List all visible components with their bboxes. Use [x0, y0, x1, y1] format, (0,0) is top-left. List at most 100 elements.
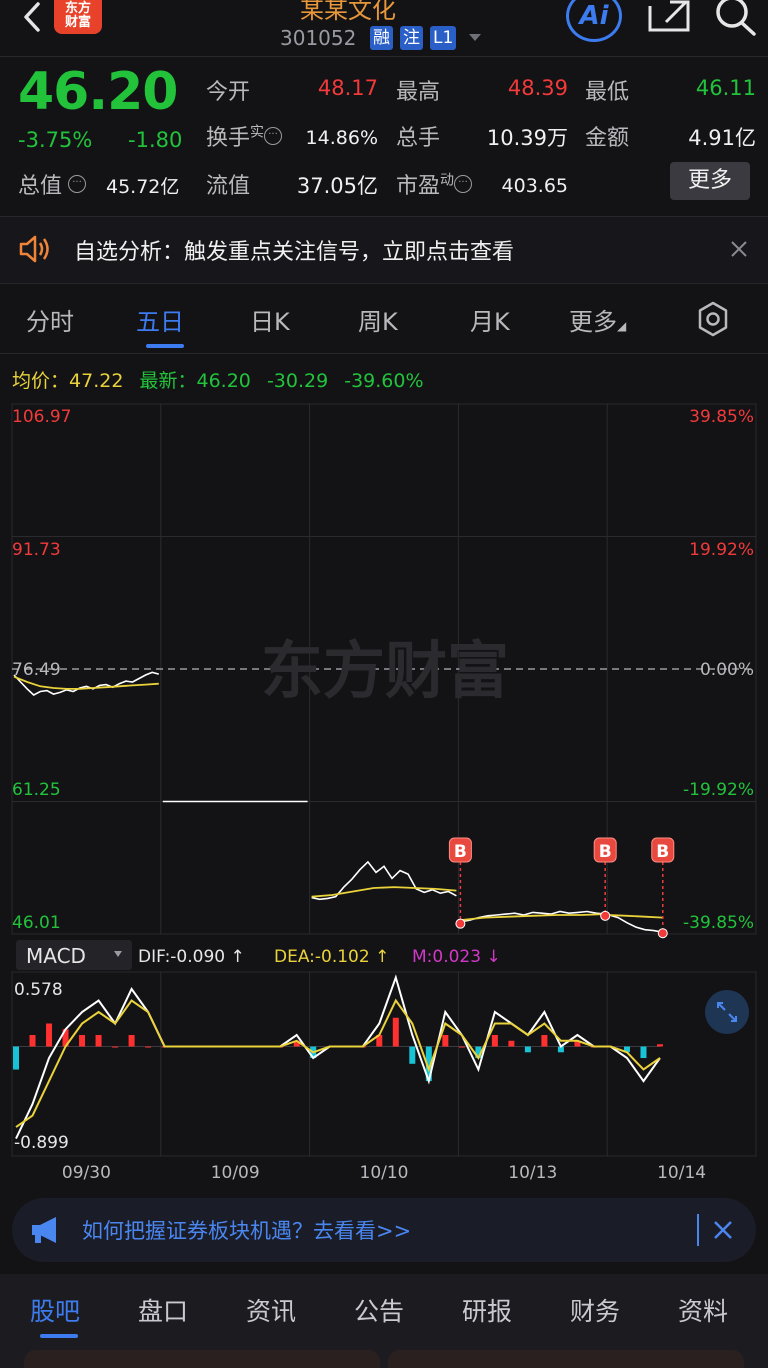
y-tick-left-0: 106.97: [12, 407, 71, 427]
market-cap-value: 45.72亿: [106, 176, 180, 198]
open-value: 48.17: [317, 76, 378, 100]
float-cap-label: 流值: [206, 174, 251, 199]
more-quote-button[interactable]: 更多: [670, 162, 750, 200]
promo-divider: [697, 1214, 699, 1246]
x-axis-labels: 09/30 10/09 10/10 10/13 10/14: [62, 1163, 706, 1183]
change-percent: -3.75%: [18, 128, 93, 152]
share-icon[interactable]: [646, 0, 690, 36]
macd-bar: [128, 1035, 135, 1047]
gear-icon[interactable]: [694, 300, 732, 338]
turnover-sup: 实: [250, 124, 265, 141]
card-stub: [388, 1350, 744, 1368]
avg-line: [311, 886, 457, 898]
volume-value: 10.39万: [486, 126, 568, 150]
btab-news[interactable]: 资讯: [246, 1292, 296, 1328]
marker-dot: [600, 910, 611, 921]
tab-five-day[interactable]: 五日: [136, 302, 184, 337]
macd-bar: [392, 1017, 399, 1047]
margin-tag: 融: [370, 26, 393, 50]
amount-value: 4.91亿: [688, 126, 756, 150]
macd-y-top: 0.578: [14, 980, 63, 1000]
macd-bar: [145, 1046, 152, 1048]
btab-research[interactable]: 研报: [462, 1292, 512, 1328]
btab-announcements[interactable]: 公告: [354, 1292, 404, 1328]
avg-label: 均价：: [12, 370, 70, 392]
macd-bar: [657, 1044, 663, 1047]
close-icon[interactable]: [728, 238, 750, 260]
x-tick-label: 10/13: [508, 1163, 557, 1183]
y-tick-right-4: -39.85%: [683, 913, 754, 933]
y-tick-right-2: 0.00%: [700, 660, 754, 680]
close-icon[interactable]: [712, 1219, 734, 1241]
marker-dot: [455, 918, 466, 929]
info-icon[interactable]: ···: [68, 174, 87, 193]
x-tick-label: 10/14: [657, 1163, 706, 1183]
macd-bar: [491, 1035, 498, 1047]
five-day-chart[interactable]: 东方财富 BBB 106.97 91.73 76.49 61.25 46.01 …: [0, 400, 768, 1190]
tab-weekly-k[interactable]: 周K: [358, 302, 398, 337]
active-tab-indicator: [40, 1334, 78, 1338]
latest-label: 最新：: [139, 370, 197, 392]
stock-code: 301052: [280, 26, 357, 50]
btab-order-book[interactable]: 盘口: [138, 1292, 188, 1328]
speaker-icon: [19, 235, 49, 263]
btab-profile[interactable]: 资料: [678, 1292, 728, 1328]
card-stub: [24, 1350, 380, 1368]
btab-financials[interactable]: 财务: [570, 1292, 620, 1328]
volume-label: 总手: [396, 126, 441, 151]
macd-frame: [11, 971, 757, 1157]
expand-chart-button[interactable]: [705, 990, 749, 1034]
range-change-percent: -39.60%: [344, 370, 424, 392]
back-arrow-icon[interactable]: [18, 2, 46, 32]
stock-name[interactable]: 某某文化: [300, 0, 396, 25]
pe-label-text: 市盈: [396, 174, 441, 199]
chart-grid: [11, 403, 757, 1157]
buy-marker-label: B: [656, 842, 669, 862]
macd-bar: [29, 1035, 36, 1047]
high-value: 48.39: [507, 76, 568, 100]
chevron-down-icon[interactable]: [468, 30, 482, 44]
y-tick-right-0: 39.85%: [689, 407, 754, 427]
turnover-label-text: 换手: [206, 126, 251, 151]
change-amount: -1.80: [128, 128, 183, 152]
alert-text[interactable]: 自选分析：触发重点关注信号，立即点击查看: [74, 234, 514, 266]
y-tick-right-1: 19.92%: [689, 540, 754, 560]
info-icon[interactable]: ···: [454, 174, 473, 193]
float-cap-value: 37.05亿: [296, 174, 378, 198]
btab-forum[interactable]: 股吧: [30, 1292, 80, 1328]
dif-value: DIF:-0.090 ↑: [138, 947, 245, 967]
price-line: [311, 860, 457, 901]
high-label: 最高: [396, 80, 441, 105]
latest-value: 46.20: [196, 370, 251, 392]
pe-sup: 动: [440, 172, 455, 189]
search-icon[interactable]: [712, 0, 758, 36]
chart-summary: 均价：47.22 最新：46.20 -30.29 -39.60%: [12, 366, 424, 393]
macd-bar: [458, 1046, 465, 1048]
macd-bar: [46, 1023, 53, 1047]
pe-label: 市盈动 ···: [396, 168, 473, 200]
amount-label: 金额: [585, 126, 630, 151]
pe-value: 403.65: [501, 175, 568, 197]
tab-more[interactable]: 更多◢: [569, 302, 626, 337]
x-tick-label: 10/10: [360, 1163, 409, 1183]
m-value: M:0.023 ↓: [412, 947, 501, 967]
x-tick-label: 10/09: [211, 1163, 260, 1183]
marker-dot: [657, 928, 668, 939]
level-tag: L1: [430, 26, 457, 50]
buy-marker-label: B: [454, 842, 467, 862]
tab-monthly-k[interactable]: 月K: [470, 302, 510, 337]
promo-text[interactable]: 如何把握证券板块机遇？去看看>>: [82, 1215, 411, 1245]
macd-histogram: [12, 1017, 663, 1082]
tab-daily-k[interactable]: 日K: [250, 302, 290, 337]
y-tick-left-2: 76.49: [12, 660, 61, 680]
price-lines: [13, 671, 663, 934]
tab-intraday[interactable]: 分时: [26, 302, 74, 337]
market-cap-label: 总值 ···: [18, 168, 87, 200]
macd-bar: [13, 1046, 19, 1070]
low-value: 46.11: [695, 76, 756, 100]
macd-bar: [442, 1035, 449, 1047]
avg-line: [460, 913, 606, 922]
info-icon[interactable]: ···: [264, 126, 283, 145]
low-label: 最低: [585, 80, 630, 105]
market-cap-label-text: 总值: [18, 174, 63, 199]
